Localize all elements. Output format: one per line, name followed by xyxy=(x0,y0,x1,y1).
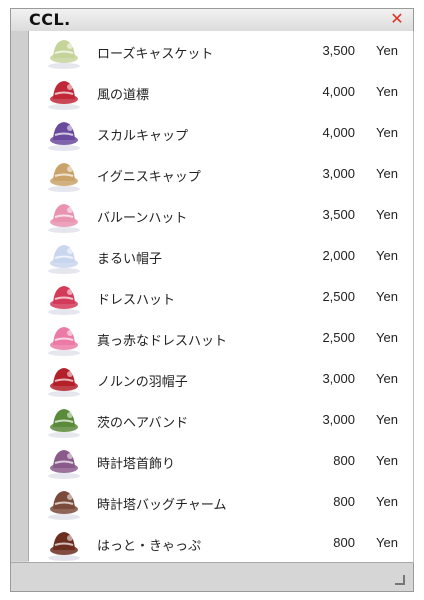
shop-window: CCL. ✕ ローズキャスケット 3,500 Yen 風の道標 4,000 Yen スカルキ… xyxy=(10,8,414,592)
list-item[interactable]: バルーンハット 3,500 Yen xyxy=(29,195,413,236)
item-price: 3,000 xyxy=(322,166,355,181)
item-currency: Yen xyxy=(376,412,398,427)
list-item[interactable]: スカルキャップ 4,000 Yen xyxy=(29,113,413,154)
list-item[interactable]: 茨のヘアバンド 3,000 Yen xyxy=(29,400,413,441)
item-currency: Yen xyxy=(376,494,398,509)
skull-cap-icon xyxy=(43,115,85,153)
item-price: 800 xyxy=(333,494,355,509)
item-name: 茨のヘアバンド xyxy=(97,416,189,431)
norn-feather-hat-icon xyxy=(43,361,85,399)
item-name: ドレスハット xyxy=(97,293,176,308)
list-item[interactable]: 風の道標 4,000 Yen xyxy=(29,72,413,113)
item-name: ノルンの羽帽子 xyxy=(97,375,188,390)
clocktower-necklace-icon xyxy=(43,443,85,481)
close-icon[interactable]: ✕ xyxy=(389,11,405,27)
item-list: ローズキャスケット 3,500 Yen 風の道標 4,000 Yen スカルキャップ 4,00… xyxy=(29,31,414,563)
list-item[interactable]: ローズキャスケット 3,500 Yen xyxy=(29,31,413,72)
item-currency: Yen xyxy=(376,207,398,222)
balloon-hat-icon xyxy=(43,197,85,235)
item-price: 800 xyxy=(333,453,355,468)
item-price: 2,500 xyxy=(322,330,355,345)
item-currency: Yen xyxy=(376,289,398,304)
item-currency: Yen xyxy=(376,125,398,140)
list-item[interactable]: まるい帽子 2,000 Yen xyxy=(29,236,413,277)
item-price: 3,500 xyxy=(322,43,355,58)
ignis-cap-icon xyxy=(43,156,85,194)
item-currency: Yen xyxy=(376,371,398,386)
item-currency: Yen xyxy=(376,84,398,99)
item-price: 3,500 xyxy=(322,207,355,222)
rose-casquette-hat-icon xyxy=(43,33,85,71)
item-price: 2,000 xyxy=(322,248,355,263)
item-currency: Yen xyxy=(376,535,398,550)
list-item[interactable]: ノルンの羽帽子 3,000 Yen xyxy=(29,359,413,400)
item-price: 4,000 xyxy=(322,84,355,99)
item-price: 4,000 xyxy=(322,125,355,140)
item-name: イグニスキャップ xyxy=(97,170,201,185)
item-name: はっと・きゃっぷ xyxy=(97,539,202,554)
resize-grip-icon[interactable] xyxy=(395,575,405,585)
list-item[interactable]: 真っ赤なドレスハット 2,500 Yen xyxy=(29,318,413,359)
red-dress-hat-icon xyxy=(43,320,85,358)
item-name: 風の道標 xyxy=(97,88,150,103)
item-price: 800 xyxy=(333,535,355,550)
item-currency: Yen xyxy=(376,330,398,345)
footer-bar xyxy=(11,562,413,591)
list-item[interactable]: イグニスキャップ 3,000 Yen xyxy=(29,154,413,195)
item-name: 時計塔首飾り xyxy=(97,457,176,472)
item-name: ローズキャスケット xyxy=(97,47,214,62)
wind-signpost-icon xyxy=(43,74,85,112)
item-name: まるい帽子 xyxy=(97,252,163,267)
item-currency: Yen xyxy=(376,166,398,181)
item-name: バルーンハット xyxy=(97,211,188,226)
item-price: 3,000 xyxy=(322,371,355,386)
list-item[interactable]: 時計塔首飾り 800 Yen xyxy=(29,441,413,482)
list-item[interactable]: ドレスハット 2,500 Yen xyxy=(29,277,413,318)
list-item[interactable]: 時計塔バッグチャーム 800 Yen xyxy=(29,482,413,523)
round-hat-icon xyxy=(43,238,85,276)
item-currency: Yen xyxy=(376,248,398,263)
item-currency: Yen xyxy=(376,43,398,58)
dress-hat-icon xyxy=(43,279,85,317)
item-name: スカルキャップ xyxy=(97,129,189,144)
thorn-hairband-icon xyxy=(43,402,85,440)
hat-cap-icon xyxy=(43,525,85,563)
left-sidebar xyxy=(11,31,29,561)
item-currency: Yen xyxy=(376,453,398,468)
window-title: CCL. xyxy=(29,10,71,29)
title-bar[interactable]: CCL. ✕ xyxy=(11,9,413,32)
clocktower-bag-charm-icon xyxy=(43,484,85,522)
item-name: 時計塔バッグチャーム xyxy=(97,498,227,513)
list-item[interactable]: はっと・きゃっぷ 800 Yen xyxy=(29,523,413,564)
item-price: 3,000 xyxy=(322,412,355,427)
item-name: 真っ赤なドレスハット xyxy=(97,334,228,349)
item-price: 2,500 xyxy=(322,289,355,304)
